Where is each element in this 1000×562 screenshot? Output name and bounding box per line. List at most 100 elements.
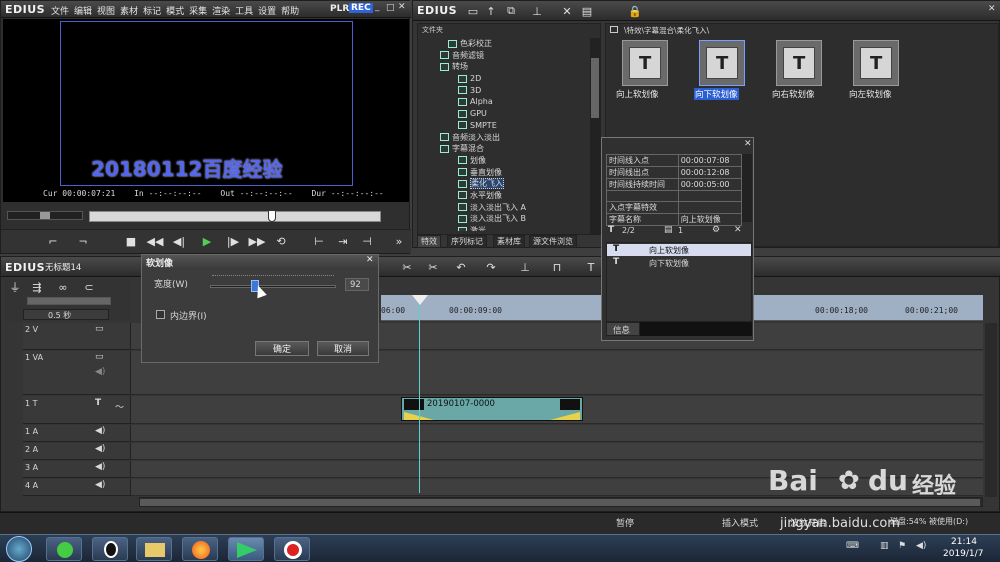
set-out-icon[interactable]: ¬ (75, 233, 91, 249)
tray-volume-icon[interactable]: ◀) (916, 541, 926, 551)
stop-icon[interactable]: ■ (123, 233, 139, 249)
tab-sequence-markers[interactable]: 序列标记 (447, 235, 487, 248)
list-item[interactable]: T 向上软划像 (607, 244, 751, 256)
track-header-4a[interactable]: 4 A ◀) (23, 479, 131, 496)
rewind-icon[interactable]: ◀◀ (147, 233, 164, 249)
position-bar[interactable] (89, 210, 381, 222)
effects-close-icon[interactable]: ✕ (988, 4, 996, 14)
effect-thumb-down[interactable]: T (699, 40, 745, 86)
track-header-2v[interactable]: 2 V ▭ (23, 323, 131, 350)
track-expand-icon[interactable]: 〜 (115, 400, 124, 413)
tree-item[interactable]: 色彩校正 (440, 38, 590, 50)
tree-item[interactable]: 2D (440, 73, 590, 85)
loop-icon[interactable]: ⟲ (273, 233, 289, 249)
track-header-1va[interactable]: 1 VA ▭ ◀) (23, 351, 131, 395)
minimize-icon[interactable]: _ (375, 2, 380, 12)
tree-item[interactable]: 3D (440, 85, 590, 97)
tray-flag-icon[interactable]: ⚑ (898, 541, 906, 551)
speaker-icon[interactable]: ◀) (95, 462, 105, 472)
remove-icon[interactable]: ✕ (734, 225, 742, 235)
menu-capture[interactable]: 采集 (189, 7, 207, 17)
step-forward-icon[interactable]: |▶ (225, 233, 241, 249)
menu-settings[interactable]: 设置 (258, 7, 276, 17)
replace-icon[interactable]: ⊣ (359, 233, 375, 249)
menu-render[interactable]: 渲染 (212, 7, 230, 17)
tree-item[interactable]: 字幕混合 (440, 143, 590, 155)
lock-icon[interactable]: 🔒 (627, 3, 643, 19)
speaker-icon[interactable]: ◀) (95, 480, 105, 490)
clip-transition-out[interactable] (550, 412, 580, 420)
tree-item[interactable]: GPU (440, 108, 590, 120)
taskbar-app-recorder[interactable] (274, 537, 310, 561)
tree-item[interactable]: 淡入淡出飞入 B (440, 213, 590, 225)
effect-thumb-up[interactable]: T (622, 40, 668, 86)
tray-network-icon[interactable]: ▥ (880, 541, 889, 551)
plr-button[interactable]: PLR (330, 4, 349, 14)
effect-thumb-left[interactable]: T (853, 40, 899, 86)
menu-mode[interactable]: 模式 (166, 7, 184, 17)
link-icon[interactable]: ⊓ (549, 259, 565, 275)
delete-icon[interactable]: ✕ (559, 3, 575, 19)
tab-bin[interactable]: 素材库 (493, 235, 525, 248)
overwrite-icon[interactable]: ⇥ (335, 233, 351, 249)
clock-time[interactable]: 21:14 (951, 537, 977, 547)
apply-icon[interactable]: ⊥ (529, 3, 545, 19)
up-folder-icon[interactable]: ↑ (483, 3, 499, 19)
snap-icon[interactable]: ⊥ (517, 259, 533, 275)
tree-item[interactable]: 划像 (440, 155, 590, 167)
track-view-icon[interactable]: ▭ (95, 324, 104, 334)
menu-tools[interactable]: 工具 (235, 7, 253, 17)
set-in-icon[interactable]: ⌐ (45, 233, 61, 249)
menu-clip[interactable]: 素材 (120, 7, 138, 17)
list-item[interactable]: T 向下软划像 (607, 257, 751, 269)
speaker-icon[interactable]: ◀) (95, 426, 105, 436)
cut-icon[interactable]: ✂ (399, 259, 415, 275)
mute-icon[interactable]: ◀) (95, 367, 105, 377)
redo-icon[interactable]: ↷ (483, 259, 499, 275)
playhead-handle-icon[interactable] (412, 295, 428, 305)
track-header-3a[interactable]: 3 A ◀) (23, 461, 131, 478)
more-icon[interactable]: » (391, 233, 407, 249)
properties-icon[interactable]: ▤ (579, 3, 595, 19)
tree-item-selected[interactable]: 柔化飞入 (440, 178, 590, 190)
ok-button[interactable]: 确定 (255, 341, 309, 356)
menu-marker[interactable]: 标记 (143, 7, 161, 17)
effect-thumb-right[interactable]: T (776, 40, 822, 86)
taskbar-app-firefox[interactable] (182, 537, 218, 561)
width-slider[interactable] (210, 280, 336, 292)
track-row-1a[interactable] (131, 425, 983, 442)
tree-item[interactable]: 音频淡入淡出 (440, 132, 590, 144)
menu-view[interactable]: 视图 (97, 7, 115, 17)
folder-icon[interactable]: ▭ (465, 3, 481, 19)
tree-scrollbar[interactable] (590, 38, 600, 234)
tab-source-browser[interactable]: 源文件浏览 (529, 235, 577, 248)
menu-edit[interactable]: 编辑 (74, 7, 92, 17)
timeline-playhead[interactable] (419, 297, 420, 493)
tree-item[interactable]: 转场 (440, 61, 590, 73)
title-icon[interactable]: T (583, 259, 599, 275)
tree-item[interactable]: 音频滤镜 (440, 50, 590, 62)
zoom-slider[interactable] (27, 297, 111, 305)
copy-icon[interactable]: ⧉ (503, 3, 519, 19)
taskbar-app-qq[interactable] (92, 537, 128, 561)
close-icon[interactable]: ✕ (398, 2, 406, 12)
cancel-button[interactable]: 取消 (317, 341, 369, 356)
insert-icon[interactable]: ⊢ (311, 233, 327, 249)
tree-item[interactable]: 水平划像 (440, 190, 590, 202)
sync-icon[interactable]: ∞ (55, 279, 71, 295)
track-row-2a[interactable] (131, 443, 983, 460)
track-header-1a[interactable]: 1 A ◀) (23, 425, 131, 442)
dialog-close-icon[interactable]: ✕ (366, 255, 374, 265)
info-scrollbar[interactable] (742, 154, 752, 222)
tab-effects[interactable]: 特效 (417, 235, 441, 248)
menu-help[interactable]: 帮助 (281, 7, 299, 17)
fast-forward-icon[interactable]: ▶▶ (249, 233, 266, 249)
menu-file[interactable]: 文件 (51, 7, 69, 17)
rec-button[interactable]: REC (349, 3, 373, 13)
clock-date[interactable]: 2019/1/7 (943, 549, 983, 559)
taskbar-app-explorer[interactable] (136, 537, 172, 561)
speaker-icon[interactable]: ◀) (95, 444, 105, 454)
start-button[interactable] (6, 536, 32, 562)
project-name[interactable]: 无标题14 (45, 261, 81, 273)
width-value-field[interactable]: 92 (345, 278, 369, 291)
